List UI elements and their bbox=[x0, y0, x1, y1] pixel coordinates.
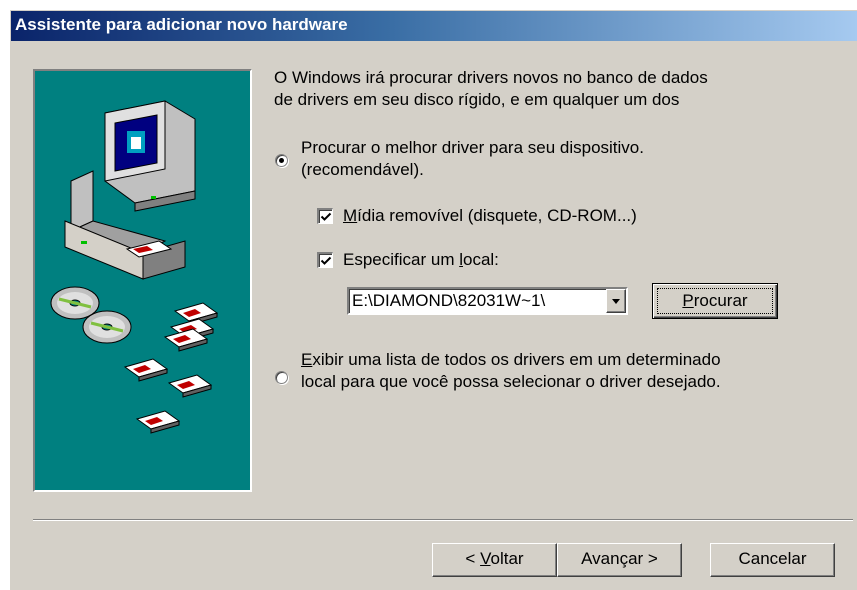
location-dropdown-button[interactable] bbox=[606, 289, 626, 313]
intro-line-1: O Windows irá procurar drivers novos no … bbox=[274, 68, 708, 87]
show-driver-list-line-1: Exibir uma lista de todos os drivers em … bbox=[301, 349, 721, 371]
back-hotkey: V bbox=[480, 549, 491, 568]
back-prefix: < bbox=[465, 549, 481, 568]
specify-location-label-end: ocal: bbox=[462, 250, 499, 269]
specify-location-label[interactable]: Especificar um local: bbox=[343, 249, 499, 271]
intro-text: O Windows irá procurar drivers novos no … bbox=[274, 67, 708, 111]
checkmark-icon bbox=[320, 256, 332, 265]
search-best-driver-label[interactable]: Procurar o melhor driver para seu dispos… bbox=[301, 137, 644, 181]
chevron-down-icon bbox=[612, 299, 620, 304]
next-button[interactable]: Avançar > bbox=[557, 543, 682, 577]
title-bar[interactable]: Assistente para adicionar novo hardware bbox=[11, 11, 857, 41]
computer-icon bbox=[64, 100, 196, 280]
removable-media-checkbox[interactable] bbox=[317, 208, 333, 224]
browse-button[interactable]: Procurar bbox=[652, 283, 778, 319]
window-title: Assistente para adicionar novo hardware bbox=[15, 15, 348, 34]
search-best-driver-radio[interactable] bbox=[275, 154, 288, 167]
floppy-disk-icon bbox=[123, 302, 219, 434]
specify-location-label-start: Especificar um bbox=[343, 250, 460, 269]
cancel-button[interactable]: Cancelar bbox=[710, 543, 835, 577]
cancel-label: Cancelar bbox=[738, 549, 807, 568]
removable-media-label[interactable]: Mídia removível (disquete, CD-ROM...) bbox=[343, 205, 637, 227]
show-driver-list-label[interactable]: Exibir uma lista de todos os drivers em … bbox=[301, 349, 721, 393]
footer-separator bbox=[33, 519, 853, 521]
checkmark-icon bbox=[320, 212, 332, 221]
location-path-value[interactable]: E:\DIAMOND\82031W~1\ bbox=[352, 291, 603, 311]
hardware-illustration bbox=[50, 100, 219, 434]
show-driver-list-line-2: local para que você possa selecionar o d… bbox=[301, 372, 721, 391]
focus-rectangle bbox=[657, 288, 773, 314]
intro-line-2: de drivers em seu disco rígido, e em qua… bbox=[274, 90, 680, 109]
removable-media-hotkey: M bbox=[343, 206, 358, 225]
cd-rom-icon bbox=[50, 286, 132, 344]
wizard-illustration bbox=[33, 69, 252, 492]
location-combobox[interactable]: E:\DIAMOND\82031W~1\ bbox=[347, 287, 628, 315]
search-best-driver-line-2: (recomendável). bbox=[301, 160, 424, 179]
next-label: Avançar > bbox=[581, 549, 658, 568]
show-driver-list-line-1-text: xibir uma lista de todos os drivers em u… bbox=[312, 350, 721, 369]
back-button[interactable]: < Voltar bbox=[432, 543, 557, 577]
removable-media-label-text: ídia removível (disquete, CD-ROM...) bbox=[357, 206, 637, 225]
back-label: oltar bbox=[490, 549, 524, 568]
search-best-driver-line-1: Procurar o melhor driver para seu dispos… bbox=[301, 138, 644, 157]
radio-selected-dot bbox=[279, 158, 284, 163]
specify-location-checkbox[interactable] bbox=[317, 252, 333, 268]
show-driver-list-hotkey: E bbox=[301, 350, 313, 369]
wizard-window: Assistente para adicionar novo hardware bbox=[10, 10, 857, 590]
show-driver-list-radio[interactable] bbox=[275, 371, 288, 384]
